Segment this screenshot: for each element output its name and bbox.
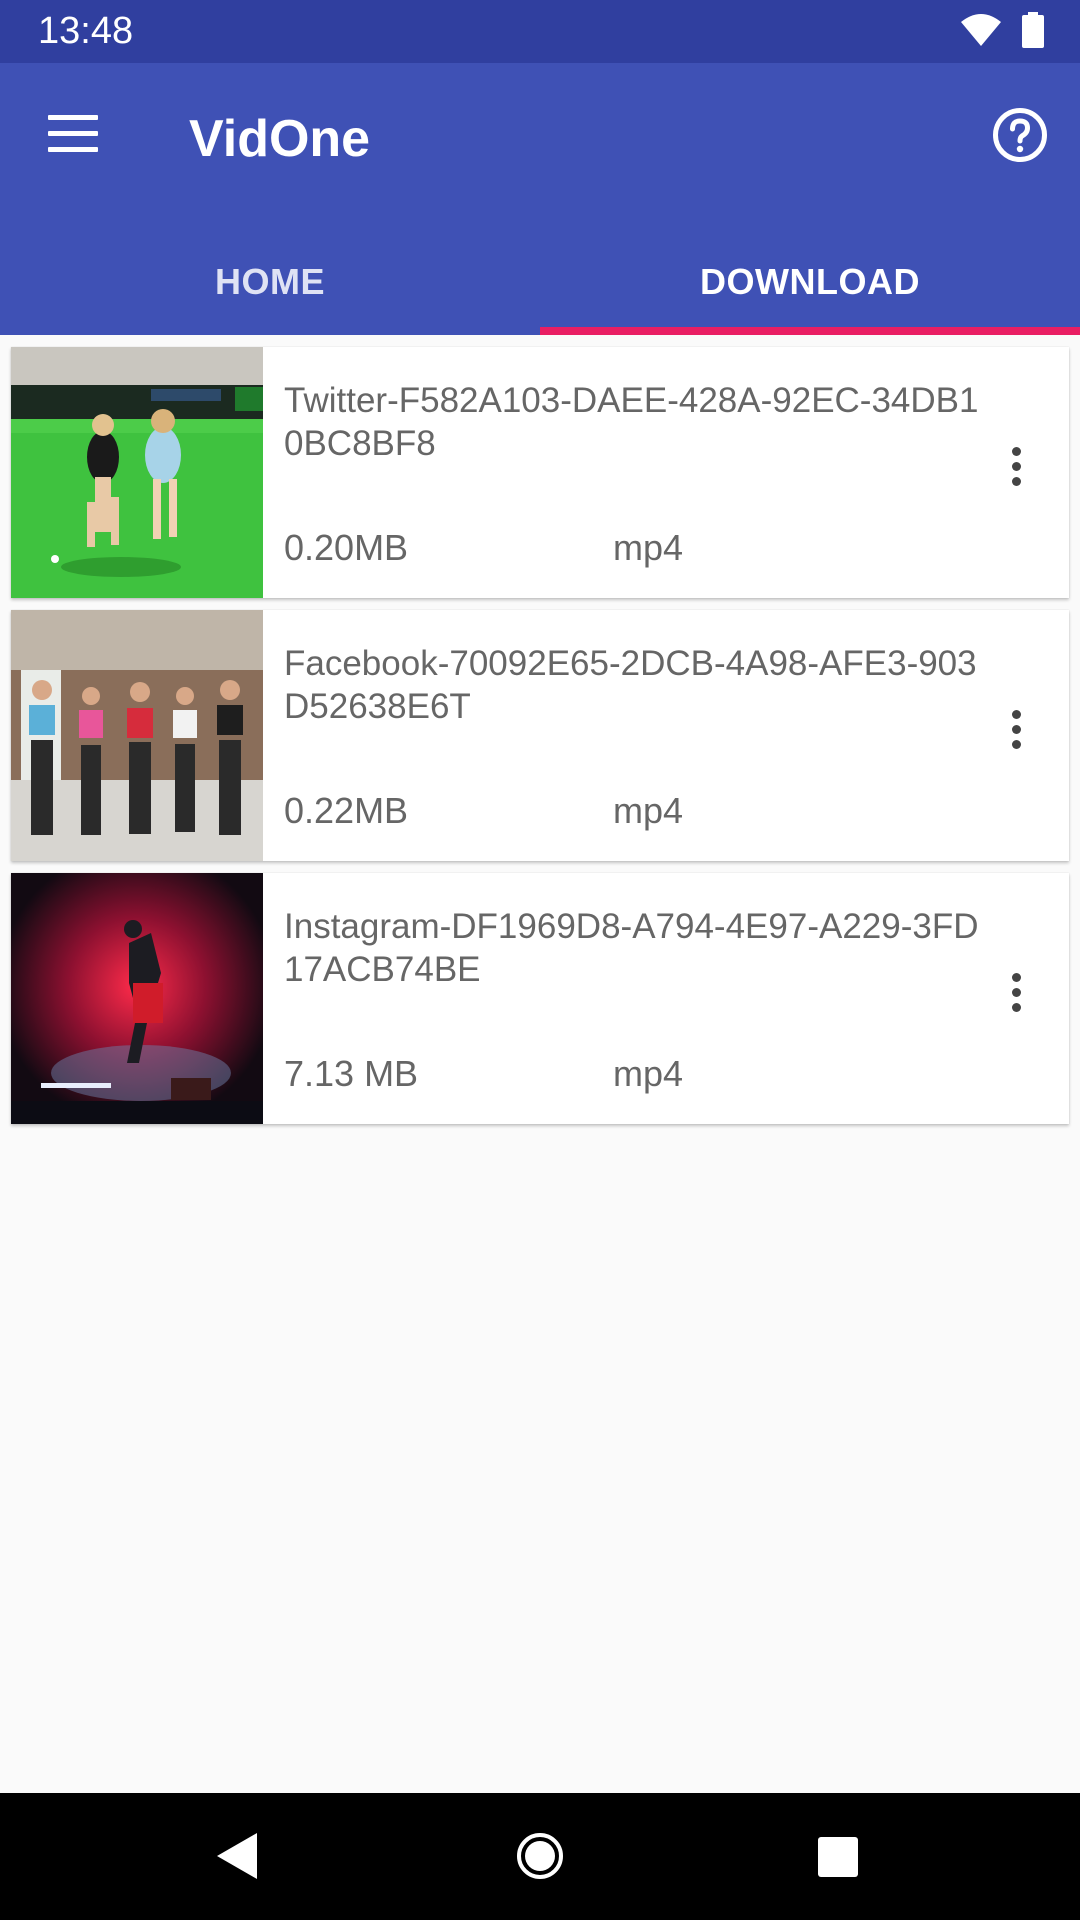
more-options-icon[interactable] [991, 447, 1041, 497]
file-size: 0.20MB [284, 527, 409, 568]
file-format: mp4 [613, 1053, 684, 1094]
app-title: VidOne [189, 110, 371, 168]
status-bar: 13:48 [0, 0, 1080, 63]
more-options-icon[interactable] [991, 973, 1041, 1023]
battery-icon [1022, 12, 1044, 48]
file-format: mp4 [613, 527, 684, 568]
video-thumbnail [11, 873, 263, 1124]
download-item[interactable]: Instagram-DF1969D8-A794-4E97-A229-3FD17A… [11, 873, 1069, 1124]
wifi-icon [961, 14, 1001, 46]
tab-home[interactable]: HOME [0, 261, 540, 335]
status-icons [960, 12, 1044, 48]
tab-indicator [540, 327, 1080, 335]
tab-download[interactable]: DOWNLOAD [540, 261, 1080, 335]
file-name: Twitter-F582A103-DAEE-428A-92EC-34DB10BC… [284, 381, 979, 463]
video-thumbnail [11, 347, 263, 598]
more-options-icon[interactable] [991, 710, 1041, 760]
download-list: Twitter-F582A103-DAEE-428A-92EC-34DB10BC… [11, 347, 1069, 1136]
video-thumbnail [11, 610, 263, 861]
app-bar: VidOne HOME DOWNLOAD [0, 63, 1080, 335]
back-icon[interactable] [215, 1831, 259, 1881]
file-format: mp4 [613, 790, 684, 831]
download-item[interactable]: Twitter-F582A103-DAEE-428A-92EC-34DB10BC… [11, 347, 1069, 598]
tab-home-label: HOME [215, 261, 325, 302]
tab-bar: HOME DOWNLOAD [0, 261, 1080, 335]
file-name: Facebook-70092E65-2DCB-4A98-AFE3-903D526… [284, 644, 977, 726]
status-time: 13:48 [38, 10, 134, 52]
file-size: 7.13 MB [284, 1053, 419, 1094]
home-icon[interactable] [515, 1831, 565, 1881]
system-nav-bar [0, 1793, 1080, 1920]
file-name: Instagram-DF1969D8-A794-4E97-A229-3FD17A… [284, 907, 979, 989]
tab-download-label: DOWNLOAD [700, 261, 920, 302]
help-icon[interactable] [992, 107, 1048, 163]
menu-icon[interactable] [48, 115, 98, 155]
download-item[interactable]: Facebook-70092E65-2DCB-4A98-AFE3-903D526… [11, 610, 1069, 861]
recents-icon[interactable] [817, 1836, 859, 1878]
file-size: 0.22MB [284, 790, 409, 831]
